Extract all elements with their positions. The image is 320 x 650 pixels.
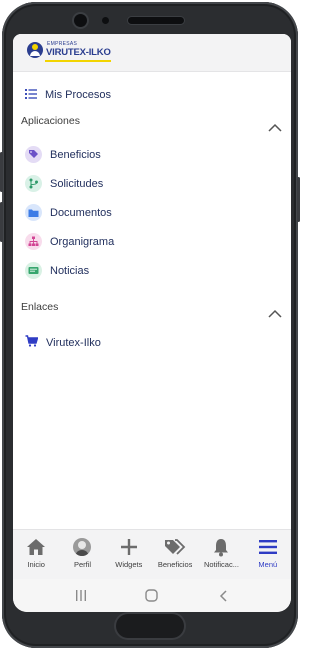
bottom-tab-bar: Inicio Perfil Widgets Beneficios Notific…	[13, 529, 291, 579]
plus-icon	[120, 536, 138, 558]
company-logo[interactable]: EMPRESAS VIRUTEX-ILKO	[27, 39, 113, 67]
avatar-wrapper	[73, 536, 92, 558]
back-icon[interactable]	[213, 589, 233, 603]
home-icon	[26, 536, 46, 558]
menu-item-label: Solicitudes	[50, 177, 104, 190]
avatar	[73, 538, 92, 556]
front-camera	[74, 14, 87, 27]
logo-main-text: VIRUTEX-ILKO	[46, 47, 111, 58]
enlaces-section-title: Enlaces	[21, 301, 59, 313]
menu-item-noticias[interactable]: Noticias	[25, 262, 89, 279]
earpiece-speaker	[128, 17, 184, 24]
screen: EMPRESAS VIRUTEX-ILKO Mis Procesos Aplic…	[13, 34, 291, 612]
cart-icon	[25, 334, 39, 352]
power-button	[297, 177, 300, 222]
recents-icon[interactable]	[71, 589, 91, 603]
menu-item-documentos[interactable]: Documentos	[25, 204, 112, 221]
hamburger-icon	[258, 536, 277, 558]
app-header: EMPRESAS VIRUTEX-ILKO	[13, 34, 291, 72]
proximity-sensor	[102, 17, 109, 24]
menu-item-solicitudes[interactable]: Solicitudes	[25, 175, 103, 192]
tab-label: Beneficios	[157, 560, 193, 569]
menu-item-organigrama[interactable]: Organigrama	[25, 233, 114, 250]
mis-procesos-label: Mis Procesos	[45, 89, 112, 101]
tab-label: Inicio	[27, 560, 45, 569]
phone-frame: EMPRESAS VIRUTEX-ILKO Mis Procesos Aplic…	[0, 2, 300, 648]
chevron-up-icon[interactable]	[267, 307, 283, 319]
menu-item-label: Beneficios	[50, 148, 101, 161]
tab-label: Notificac...	[203, 560, 239, 569]
tab-inicio[interactable]: Inicio	[13, 530, 59, 579]
tab-notificaciones[interactable]: Notificac...	[198, 530, 244, 579]
home-circle-icon[interactable]	[142, 589, 162, 603]
menu-item-label: Noticias	[50, 264, 90, 277]
org-chart-icon	[25, 233, 42, 250]
tab-widgets[interactable]: Widgets	[106, 530, 152, 579]
system-navigation-bar	[13, 579, 291, 612]
tab-perfil[interactable]: Perfil	[59, 530, 105, 579]
aplicaciones-section-title: Aplicaciones	[21, 115, 80, 127]
chevron-up-icon[interactable]	[267, 121, 283, 133]
tag-icon	[25, 146, 42, 163]
folder-icon	[25, 204, 42, 221]
tab-menu[interactable]: Menú	[245, 530, 291, 579]
branch-icon	[25, 175, 42, 192]
logo-underline	[45, 60, 111, 62]
tab-label: Widgets	[115, 560, 143, 569]
news-icon	[25, 262, 42, 279]
menu-item-beneficios[interactable]: Beneficios	[25, 146, 101, 163]
logo-emblem-icon	[27, 42, 43, 58]
menu-item-label: Organigrama	[50, 235, 115, 248]
mis-procesos-link[interactable]: Mis Procesos	[25, 86, 111, 104]
hardware-home-button[interactable]	[116, 614, 184, 638]
menu-item-label: Documentos	[50, 206, 112, 219]
volume-up-button	[0, 152, 3, 192]
link-label: Virutex-Ilko	[46, 337, 101, 349]
bell-icon	[212, 536, 230, 558]
link-virutex-ilko[interactable]: Virutex-Ilko	[25, 334, 101, 352]
tab-label: Perfil	[73, 560, 92, 569]
volume-down-button	[0, 202, 3, 242]
tab-beneficios[interactable]: Beneficios	[152, 530, 198, 579]
tags-icon	[164, 536, 186, 558]
tab-label: Menú	[258, 560, 278, 569]
list-icon	[25, 86, 37, 104]
